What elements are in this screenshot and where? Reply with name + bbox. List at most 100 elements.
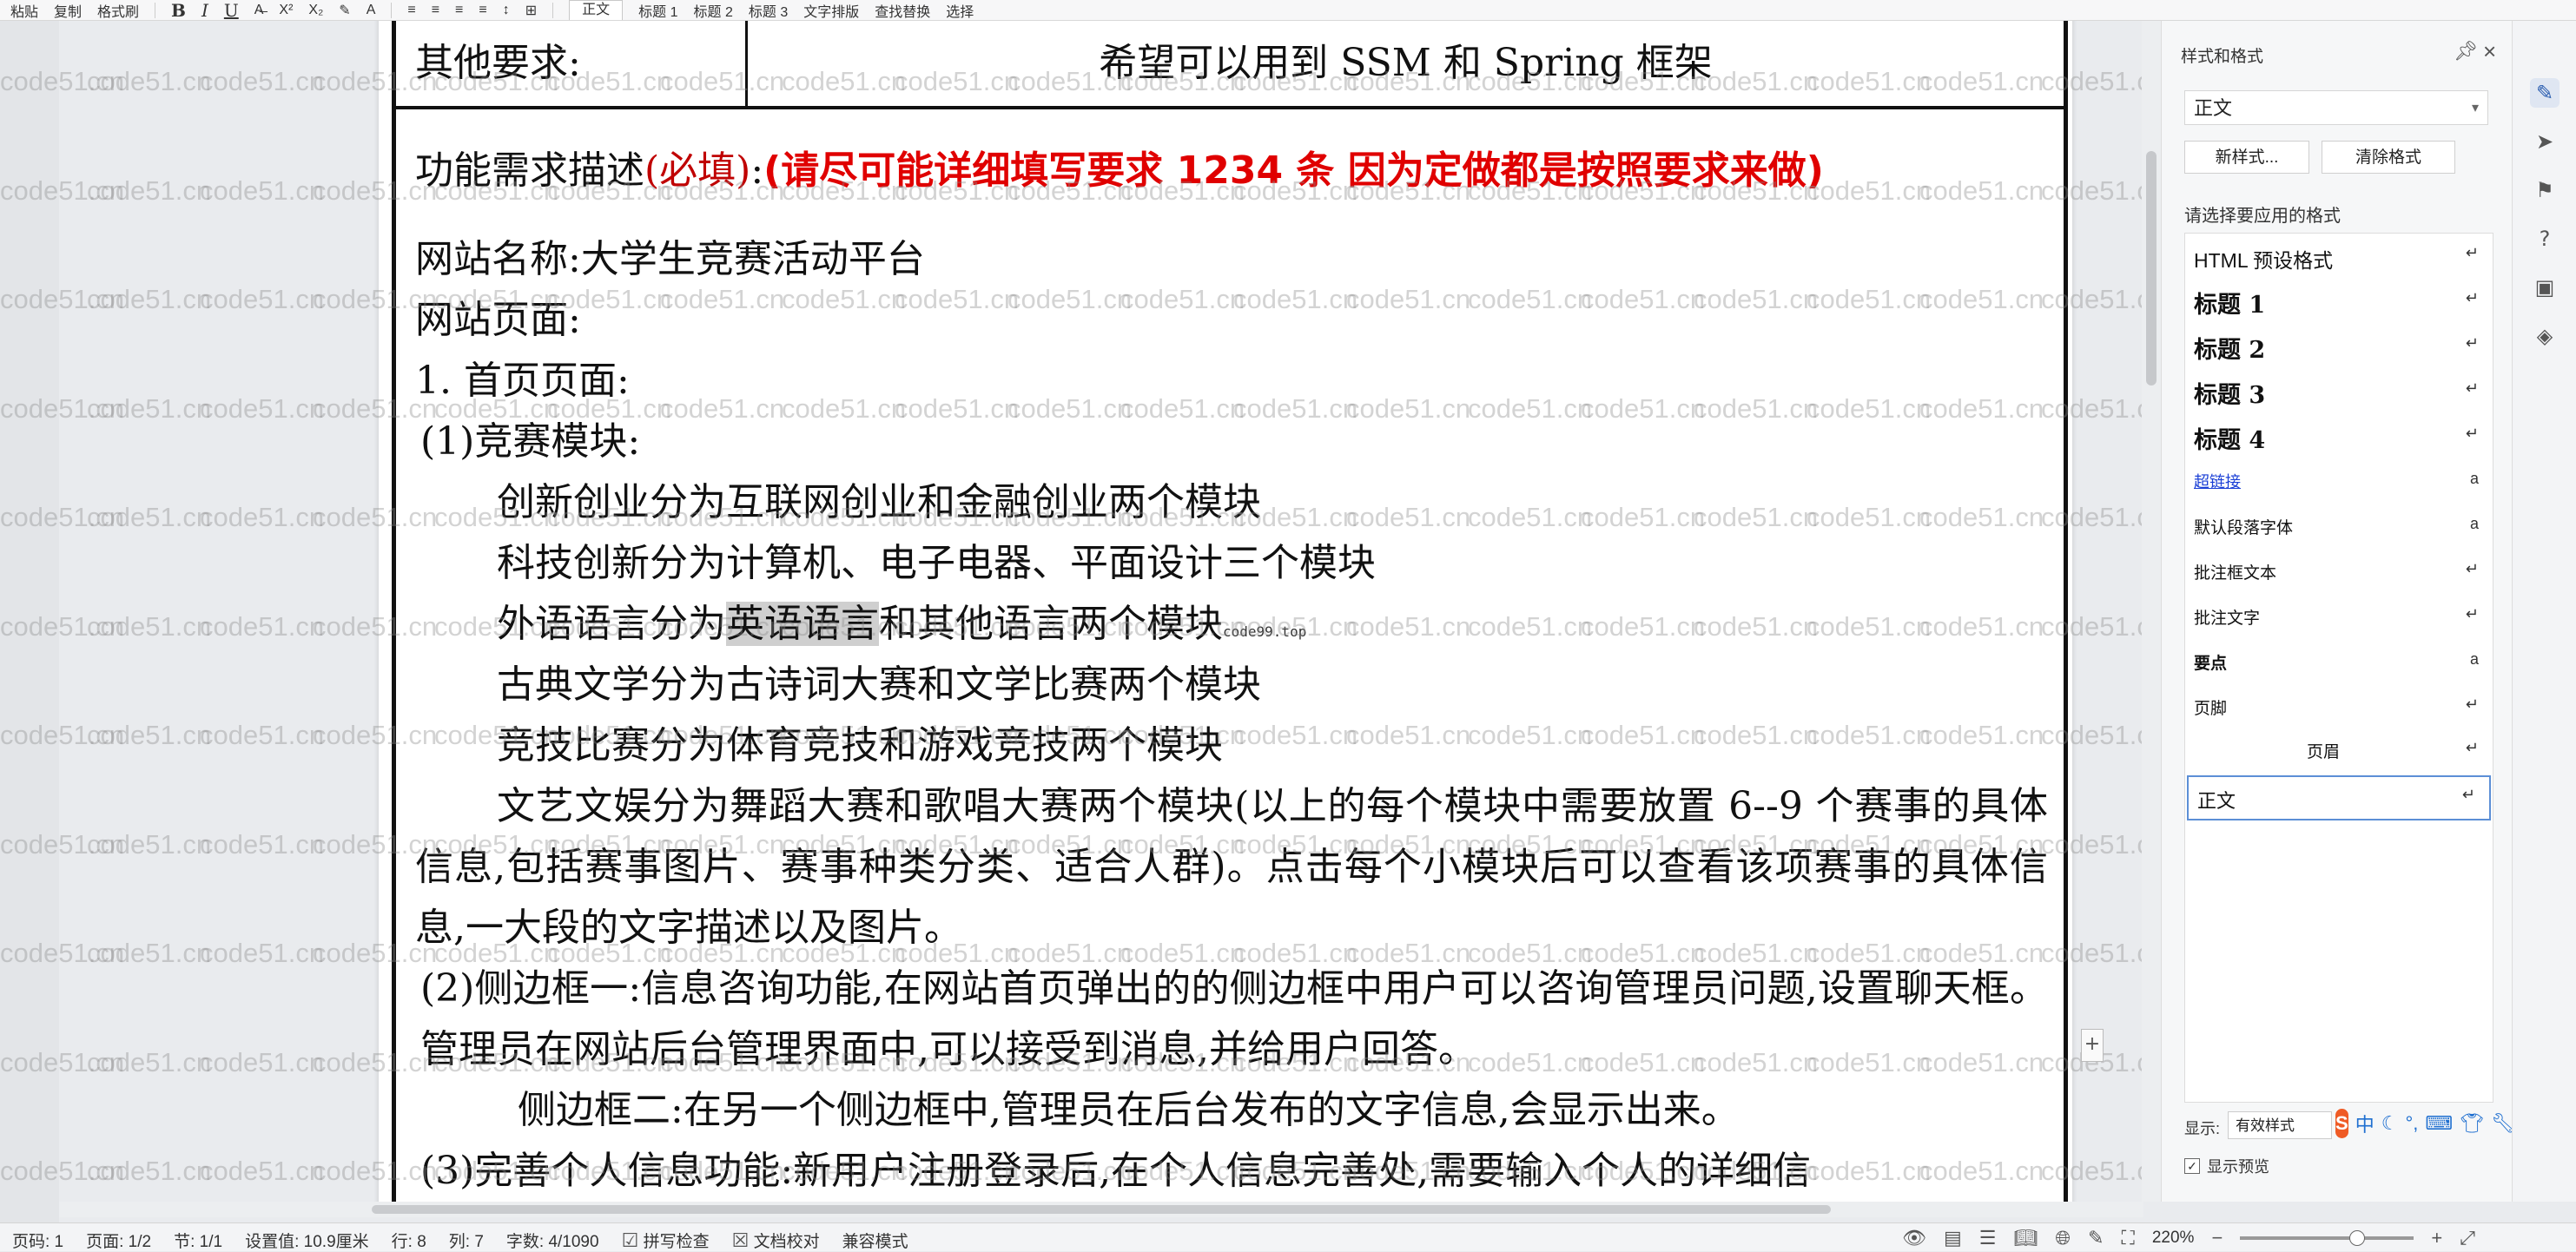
setting-value[interactable]: 设置值: 10.9厘米 — [245, 1229, 369, 1252]
style-item-heading1[interactable]: 标题 1 ↵ — [2185, 280, 2493, 326]
sidebar2-paragraph: 侧边框二:在另一个侧边框中,管理员在后台发布的文字信息,会显示出来。 — [518, 1088, 1740, 1132]
zoom-slider[interactable] — [2240, 1230, 2414, 1246]
text-layout-button[interactable]: 文字排版 — [803, 0, 859, 20]
select-button[interactable]: 选择 — [946, 0, 974, 20]
style-item-default-font[interactable]: 默认段落字体 a — [2185, 506, 2493, 551]
ime-toolbar[interactable]: S 中 ☾ °, ⌨ 👕︎ 🔧︎ — [2335, 1106, 2515, 1141]
current-style-select[interactable]: 正文 ▾ — [2184, 90, 2488, 125]
style-chip-body[interactable]: 正文 — [569, 0, 624, 20]
style-item-hyperlink[interactable]: 超链接 a — [2185, 461, 2493, 506]
module-sports-line: 竞技比赛分为体育竞技和游戏竞技两个模块 — [497, 723, 1223, 768]
close-icon[interactable]: × — [2483, 38, 2496, 65]
style-chip-h3[interactable]: 标题 3 — [749, 0, 788, 20]
site-pages-line: 网站页面: — [415, 298, 581, 342]
selected-text[interactable]: 英语语言 — [726, 602, 879, 646]
moon-icon[interactable]: ☾ — [2381, 1112, 2399, 1135]
spellcheck-toggle[interactable]: ☑ 拼写检查 — [622, 1229, 710, 1252]
line-spacing-icon[interactable]: ↕ — [503, 3, 510, 18]
help-icon[interactable]: ? — [2530, 224, 2559, 254]
align-center-icon[interactable]: ≡ — [432, 3, 439, 18]
flag-icon[interactable]: ⚑ — [2530, 175, 2559, 205]
reading-view-icon[interactable]: 📖︎ — [2013, 1227, 2038, 1249]
proofread-label: 文档校对 — [753, 1233, 820, 1251]
outline-view-icon[interactable]: ☰ — [1979, 1227, 1997, 1249]
style-item-heading3[interactable]: 标题 3 ↵ — [2185, 371, 2493, 416]
preview-checkbox[interactable]: ✓ — [2184, 1158, 2200, 1174]
zoom-level[interactable]: 220% — [2152, 1229, 2195, 1248]
clear-format-button[interactable]: 清除格式 — [2322, 141, 2455, 174]
punctuation-icon[interactable]: °, — [2405, 1112, 2418, 1135]
italic-button[interactable]: I — [201, 0, 208, 20]
page-view-icon[interactable]: ▤ — [1944, 1227, 1962, 1249]
scrollbar-thumb[interactable] — [372, 1205, 1831, 1214]
document-page[interactable]: 其他要求: 希望可以用到 SSM 和 Spring 框架 功能需求描述(必填):… — [379, 21, 2072, 1202]
ime-mode-label[interactable]: 中 — [2355, 1110, 2375, 1137]
zoom-in-icon[interactable]: + — [2431, 1227, 2442, 1249]
strikethrough-button[interactable]: A̶ — [254, 3, 264, 18]
align-right-icon[interactable]: ≡ — [455, 3, 463, 18]
spellcheck-label: 拼写检查 — [643, 1233, 710, 1251]
subscript-button[interactable]: X₂ — [308, 3, 323, 18]
page-count[interactable]: 页面: 1/2 — [86, 1229, 151, 1252]
borders-icon[interactable]: ⊞ — [525, 2, 537, 19]
preview-toggle[interactable]: ✓ 显示预览 — [2184, 1155, 2269, 1177]
highlight-button[interactable]: ✎ — [339, 2, 350, 19]
paragraph-mark-icon: ↵ — [2465, 244, 2479, 261]
style-label: 页脚 — [2194, 700, 2228, 718]
font-color-button[interactable]: A — [367, 3, 376, 18]
pin-icon[interactable]: 📌︎ — [2454, 40, 2478, 63]
style-item-heading2[interactable]: 标题 2 ↵ — [2185, 326, 2493, 371]
current-style-value: 正文 — [2194, 97, 2233, 119]
copy-button[interactable]: 复制 — [54, 0, 82, 20]
justify-icon[interactable]: ≡ — [479, 3, 486, 18]
image-icon[interactable]: ▣ — [2530, 273, 2559, 302]
bold-button[interactable]: B — [171, 0, 186, 20]
style-item-header[interactable]: 页眉 ↵ — [2185, 730, 2493, 775]
page-number[interactable]: 页码: 1 — [12, 1229, 63, 1252]
keyboard-icon[interactable]: ⌨ — [2425, 1112, 2453, 1135]
vertical-scrollbar[interactable] — [2142, 21, 2161, 1202]
cursor-icon[interactable]: ➤ — [2530, 127, 2559, 156]
style-label: 默认段落字体 — [2194, 519, 2294, 537]
superscript-button[interactable]: X² — [279, 3, 293, 18]
eye-icon[interactable]: 👁︎ — [1902, 1227, 1926, 1249]
find-replace-button[interactable]: 查找替换 — [875, 0, 930, 20]
word-count[interactable]: 字数: 4/1090 — [506, 1229, 599, 1252]
new-style-button[interactable]: 新样式... — [2184, 141, 2309, 174]
style-item-body[interactable]: 正文 ↵ — [2187, 775, 2491, 820]
section-info[interactable]: 节: 1/1 — [174, 1229, 222, 1252]
zoom-slider-knob[interactable] — [2349, 1230, 2366, 1246]
style-item-comment-text[interactable]: 批注文字 ↵ — [2185, 596, 2493, 642]
web-view-icon[interactable]: 🌐︎ — [2055, 1227, 2071, 1249]
preview-label: 显示预览 — [2207, 1158, 2269, 1176]
format-painter-button[interactable]: 格式刷 — [97, 0, 139, 20]
requirements-body[interactable]: 功能需求描述(必填):(请尽可能详细填写要求 1234 条 因为定做都是按照要求… — [415, 141, 2048, 1202]
style-item-key-point[interactable]: 要点 a — [2185, 642, 2493, 687]
other-requirements-value[interactable]: 希望可以用到 SSM 和 Spring 框架 — [748, 31, 2064, 87]
show-label: 显示: — [2184, 1120, 2221, 1137]
compass-icon[interactable]: ◈ — [2530, 321, 2559, 351]
document-area[interactable]: 其他要求: 希望可以用到 SSM 和 Spring 框架 功能需求描述(必填):… — [59, 21, 2152, 1202]
style-label: 批注框文本 — [2194, 564, 2277, 583]
style-item-footer[interactable]: 页脚 ↵ — [2185, 687, 2493, 732]
scrollbar-thumb[interactable] — [2146, 151, 2157, 385]
underline-button[interactable]: U — [224, 0, 239, 20]
fit-page-icon[interactable]: ⛶ — [2121, 1227, 2134, 1249]
pen-mode-icon[interactable]: ✎ — [2088, 1227, 2104, 1249]
style-item-heading4[interactable]: 标题 4 ↵ — [2185, 416, 2493, 461]
add-row-button[interactable]: + — [2081, 1029, 2104, 1062]
paste-button[interactable]: 粘贴 — [10, 0, 38, 20]
align-left-icon[interactable]: ≡ — [407, 3, 415, 18]
style-item-balloon-text[interactable]: 批注框文本 ↵ — [2185, 551, 2493, 596]
horizontal-scrollbar[interactable] — [59, 1202, 2143, 1217]
style-chip-h2[interactable]: 标题 2 — [694, 0, 733, 20]
style-item-html[interactable]: HTML 预设格式 ↵ — [2185, 235, 2493, 280]
proofread-toggle[interactable]: ☒ 文档校对 — [732, 1229, 820, 1252]
shirt-icon[interactable]: 👕︎ — [2460, 1112, 2484, 1135]
style-chip-h1[interactable]: 标题 1 — [638, 0, 677, 20]
checkbox-icon: ☑ — [621, 1229, 639, 1251]
show-filter-select[interactable]: 有效样式 — [2228, 1111, 2332, 1139]
zoom-out-icon[interactable]: − — [2211, 1227, 2223, 1249]
fullscreen-icon[interactable]: ⤢ — [2460, 1227, 2475, 1249]
pen-icon[interactable]: ✎ — [2530, 78, 2559, 108]
